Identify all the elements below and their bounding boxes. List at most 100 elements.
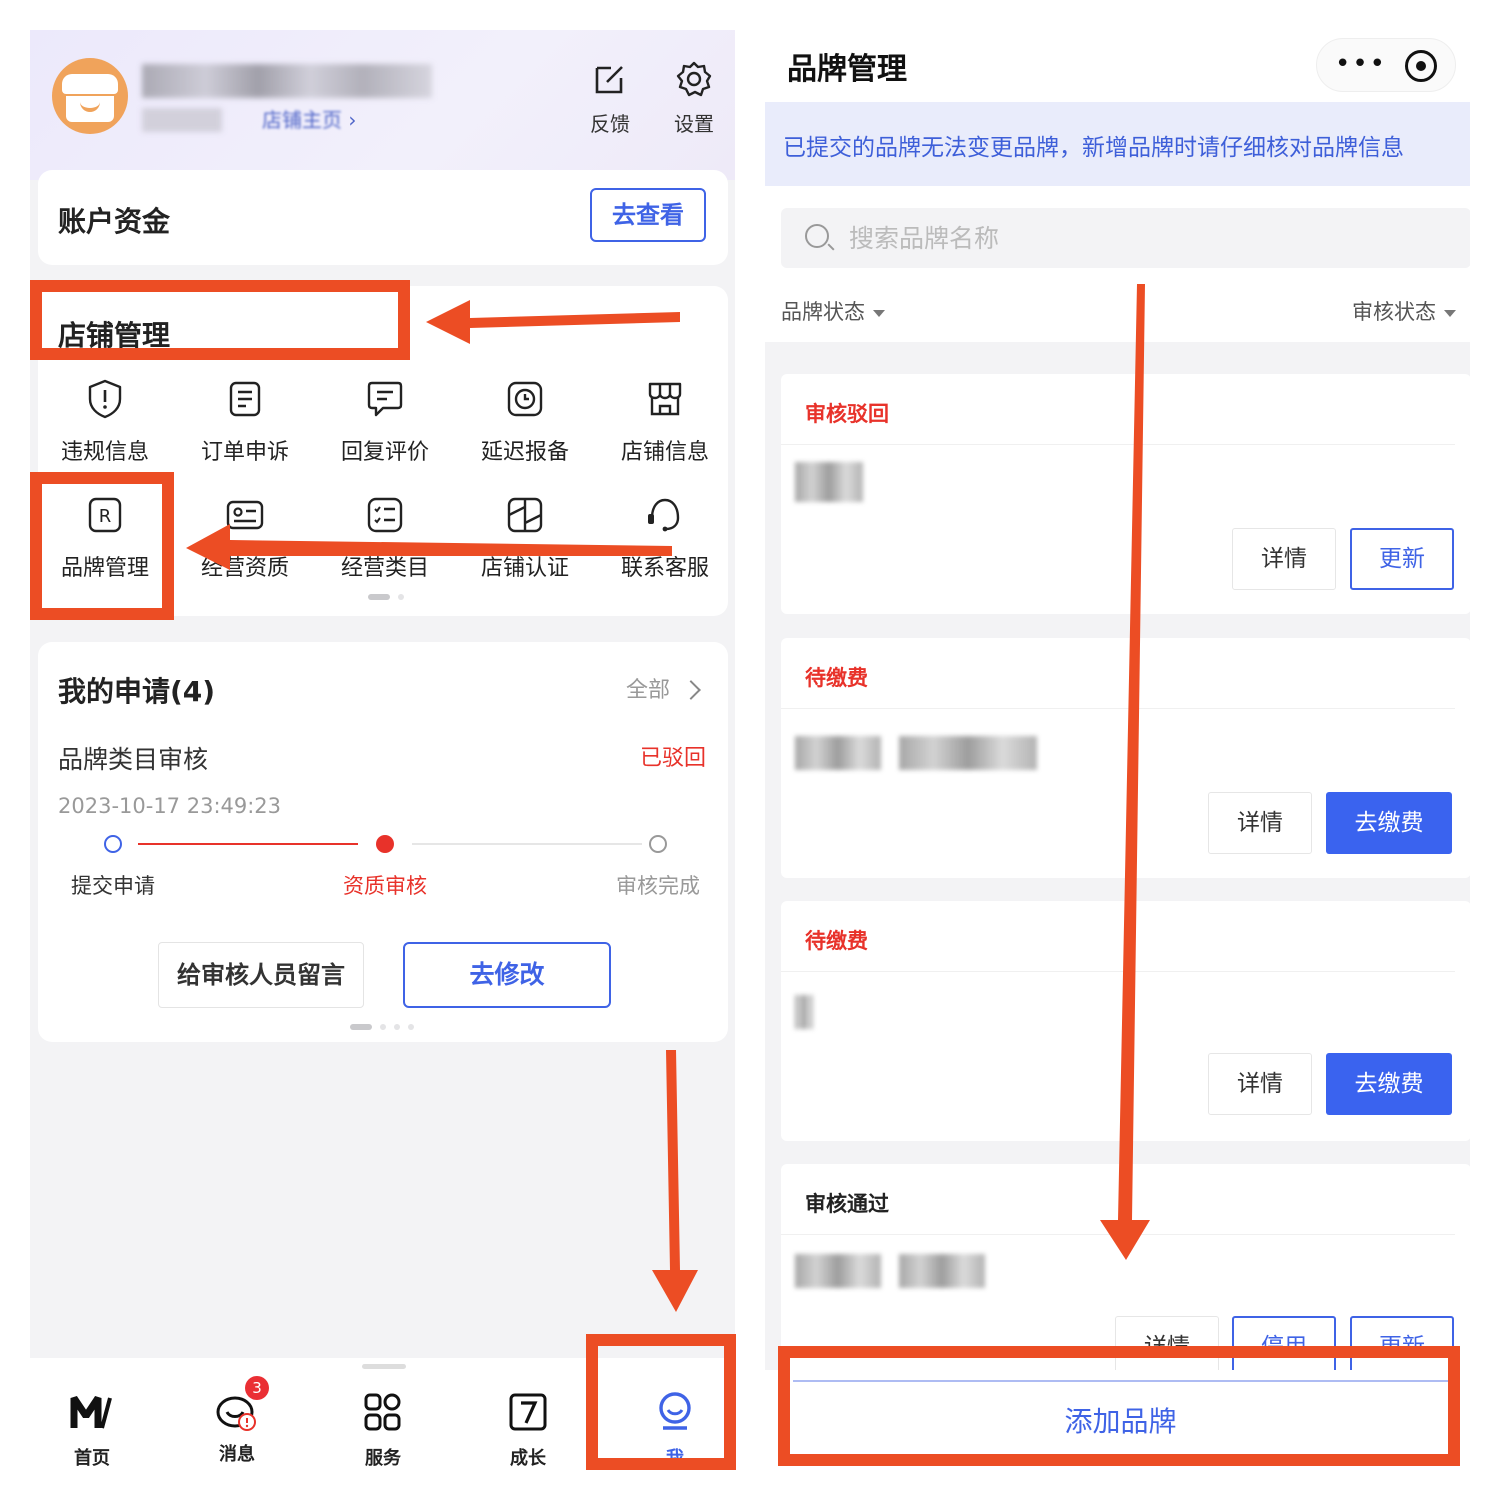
grid-item-label: 品牌管理 (60, 556, 149, 581)
divider (781, 444, 1455, 445)
go-modify-button[interactable]: 去修改 (403, 942, 611, 1008)
brand-status-label: 审核驳回 (805, 402, 889, 426)
store-home-link[interactable]: 店铺主页 › (262, 104, 356, 133)
brand-status-label: 待缴费 (805, 666, 868, 690)
grid-item-delay-report[interactable]: 延迟报备 (465, 378, 585, 466)
tab-services[interactable]: 服务 (338, 1390, 428, 1470)
grid-item-order-appeal[interactable]: 订单申诉 (185, 378, 305, 466)
my-applications-title: 我的申请(4) (58, 675, 216, 708)
grid-item-business-qualification[interactable]: 经营资质 (185, 494, 305, 582)
more-icon[interactable]: ••• (1335, 51, 1387, 77)
brand-logo-blurred (795, 462, 863, 502)
detail-button[interactable]: 详情 (1115, 1316, 1219, 1378)
detail-button[interactable]: 详情 (1208, 792, 1312, 854)
grid-item-label: 店铺信息 (620, 440, 709, 465)
view-all-link[interactable]: 全部 (626, 672, 701, 704)
grid-item-violations[interactable]: 违规信息 (45, 378, 165, 466)
store-avatar[interactable] (52, 58, 128, 134)
page-title: 品牌管理 (787, 52, 907, 87)
shield-alert-icon (88, 379, 122, 419)
store-icon (648, 382, 682, 416)
feedback-label: 反馈 (590, 112, 630, 136)
update-button[interactable]: 更新 (1350, 1316, 1454, 1378)
tab-me[interactable]: 我 (630, 1390, 720, 1470)
tab-label: 消息 (219, 1444, 255, 1465)
store-management-card: 店铺管理 违规信息 订单申诉 回复评价 延迟报备 店铺信息 R 品牌管理 经营资… (38, 286, 728, 616)
settings-button[interactable]: 设置 (664, 60, 724, 137)
edit-feedback-icon (595, 66, 623, 94)
filter-row: 品牌状态 审核状态 (765, 276, 1470, 342)
tab-label: 我 (666, 1448, 684, 1469)
tab-messages[interactable]: 3 消息 (192, 1376, 282, 1466)
headset-icon (648, 498, 680, 532)
miniprogram-capsule: ••• (1316, 38, 1456, 92)
review-status-filter[interactable]: 审核状态 (1352, 296, 1456, 326)
applications-pager (350, 1024, 414, 1030)
view-funds-button[interactable]: 去查看 (590, 188, 706, 242)
tab-label: 首页 (74, 1448, 110, 1469)
store-name-blurred (142, 64, 432, 98)
brand-card: 审核驳回 详情 更新 (781, 374, 1470, 614)
brand-status-label: 审核通过 (805, 1192, 889, 1216)
tab-growth[interactable]: 成长 (483, 1390, 573, 1470)
grid-item-contact-support[interactable]: 联系客服 (605, 494, 725, 582)
progress-segment-done (138, 843, 358, 845)
brand-card: 待缴费 详情 去缴费 (781, 901, 1470, 1141)
step-label-review: 资质审核 (343, 874, 427, 898)
divider (781, 1234, 1455, 1235)
id-card-icon (226, 500, 264, 530)
message-reviewer-button[interactable]: 给审核人员留言 (158, 942, 364, 1008)
brand-r-icon: R (88, 497, 122, 533)
brand-card: 待缴费 详情 去缴费 (781, 638, 1470, 878)
notice-text: 已提交的品牌无法变更品牌，新增品牌时请仔细核对品牌信息 (783, 135, 1404, 161)
settings-label: 设置 (674, 112, 714, 136)
search-icon (805, 224, 829, 248)
caret-down-icon (873, 309, 885, 317)
tab-label: 成长 (510, 1448, 546, 1469)
services-grid-icon (364, 1393, 401, 1431)
add-brand-button[interactable]: 添加品牌 (793, 1380, 1448, 1460)
notice-bar: 已提交的品牌无法变更品牌，新增品牌时请仔细核对品牌信息 (765, 102, 1470, 186)
tab-home[interactable]: 首页 (47, 1390, 137, 1470)
brand-name-blurred (795, 1254, 881, 1288)
pay-button[interactable]: 去缴费 (1326, 1053, 1452, 1115)
disable-button[interactable]: 停用 (1232, 1316, 1336, 1378)
brand-search-input[interactable] (849, 218, 1409, 258)
brand-name-blurred (899, 1254, 985, 1288)
progress-segment-pending (412, 843, 642, 845)
brand-name-blurred (795, 995, 813, 1029)
store-management-pager (368, 594, 418, 600)
brand-management-screen: 品牌管理 ••• 已提交的品牌无法变更品牌，新增品牌时请仔细核对品牌信息 品牌状… (765, 30, 1470, 1470)
divider (781, 971, 1455, 972)
account-funds-card: 账户资金 去查看 (38, 170, 728, 265)
search-area (765, 186, 1470, 276)
feedback-button[interactable]: 反馈 (580, 60, 640, 137)
brand-status-filter[interactable]: 品牌状态 (781, 296, 885, 326)
brand-name-blurred (795, 736, 881, 770)
search-box (781, 208, 1470, 268)
step-node-submitted (104, 835, 122, 853)
grid-item-reply-review[interactable]: 回复评价 (325, 378, 445, 466)
grid-item-brand-management[interactable]: R 品牌管理 (45, 494, 165, 582)
pay-button[interactable]: 去缴费 (1326, 792, 1452, 854)
detail-button[interactable]: 详情 (1208, 1053, 1312, 1115)
growth-icon (509, 1393, 547, 1431)
profile-header: 店铺主页 › 反馈 设置 (30, 30, 735, 180)
grid-item-store-certification[interactable]: 店铺认证 (465, 494, 585, 582)
grid-item-label: 违规信息 (60, 440, 149, 465)
close-target-icon[interactable] (1405, 50, 1437, 82)
step-node-current (376, 835, 394, 853)
grid-item-business-category[interactable]: 经营类目 (325, 494, 445, 582)
caret-down-icon (1444, 309, 1456, 317)
detail-button[interactable]: 详情 (1232, 528, 1336, 590)
store-id-blurred (142, 108, 222, 132)
application-status: 已驳回 (639, 746, 706, 771)
my-applications-card: 我的申请(4) 全部 品牌类目审核 已驳回 2023-10-17 23:49:2… (38, 642, 728, 1042)
update-button[interactable]: 更新 (1350, 528, 1454, 590)
step-label-submit: 提交申请 (71, 874, 155, 898)
svg-text:R: R (99, 506, 112, 527)
bottom-tab-bar: 首页 3 消息 服务 成长 我 (30, 1358, 735, 1470)
grid-item-label: 延迟报备 (480, 440, 569, 465)
grid-item-store-info[interactable]: 店铺信息 (605, 378, 725, 466)
nav-handle (362, 1364, 406, 1369)
